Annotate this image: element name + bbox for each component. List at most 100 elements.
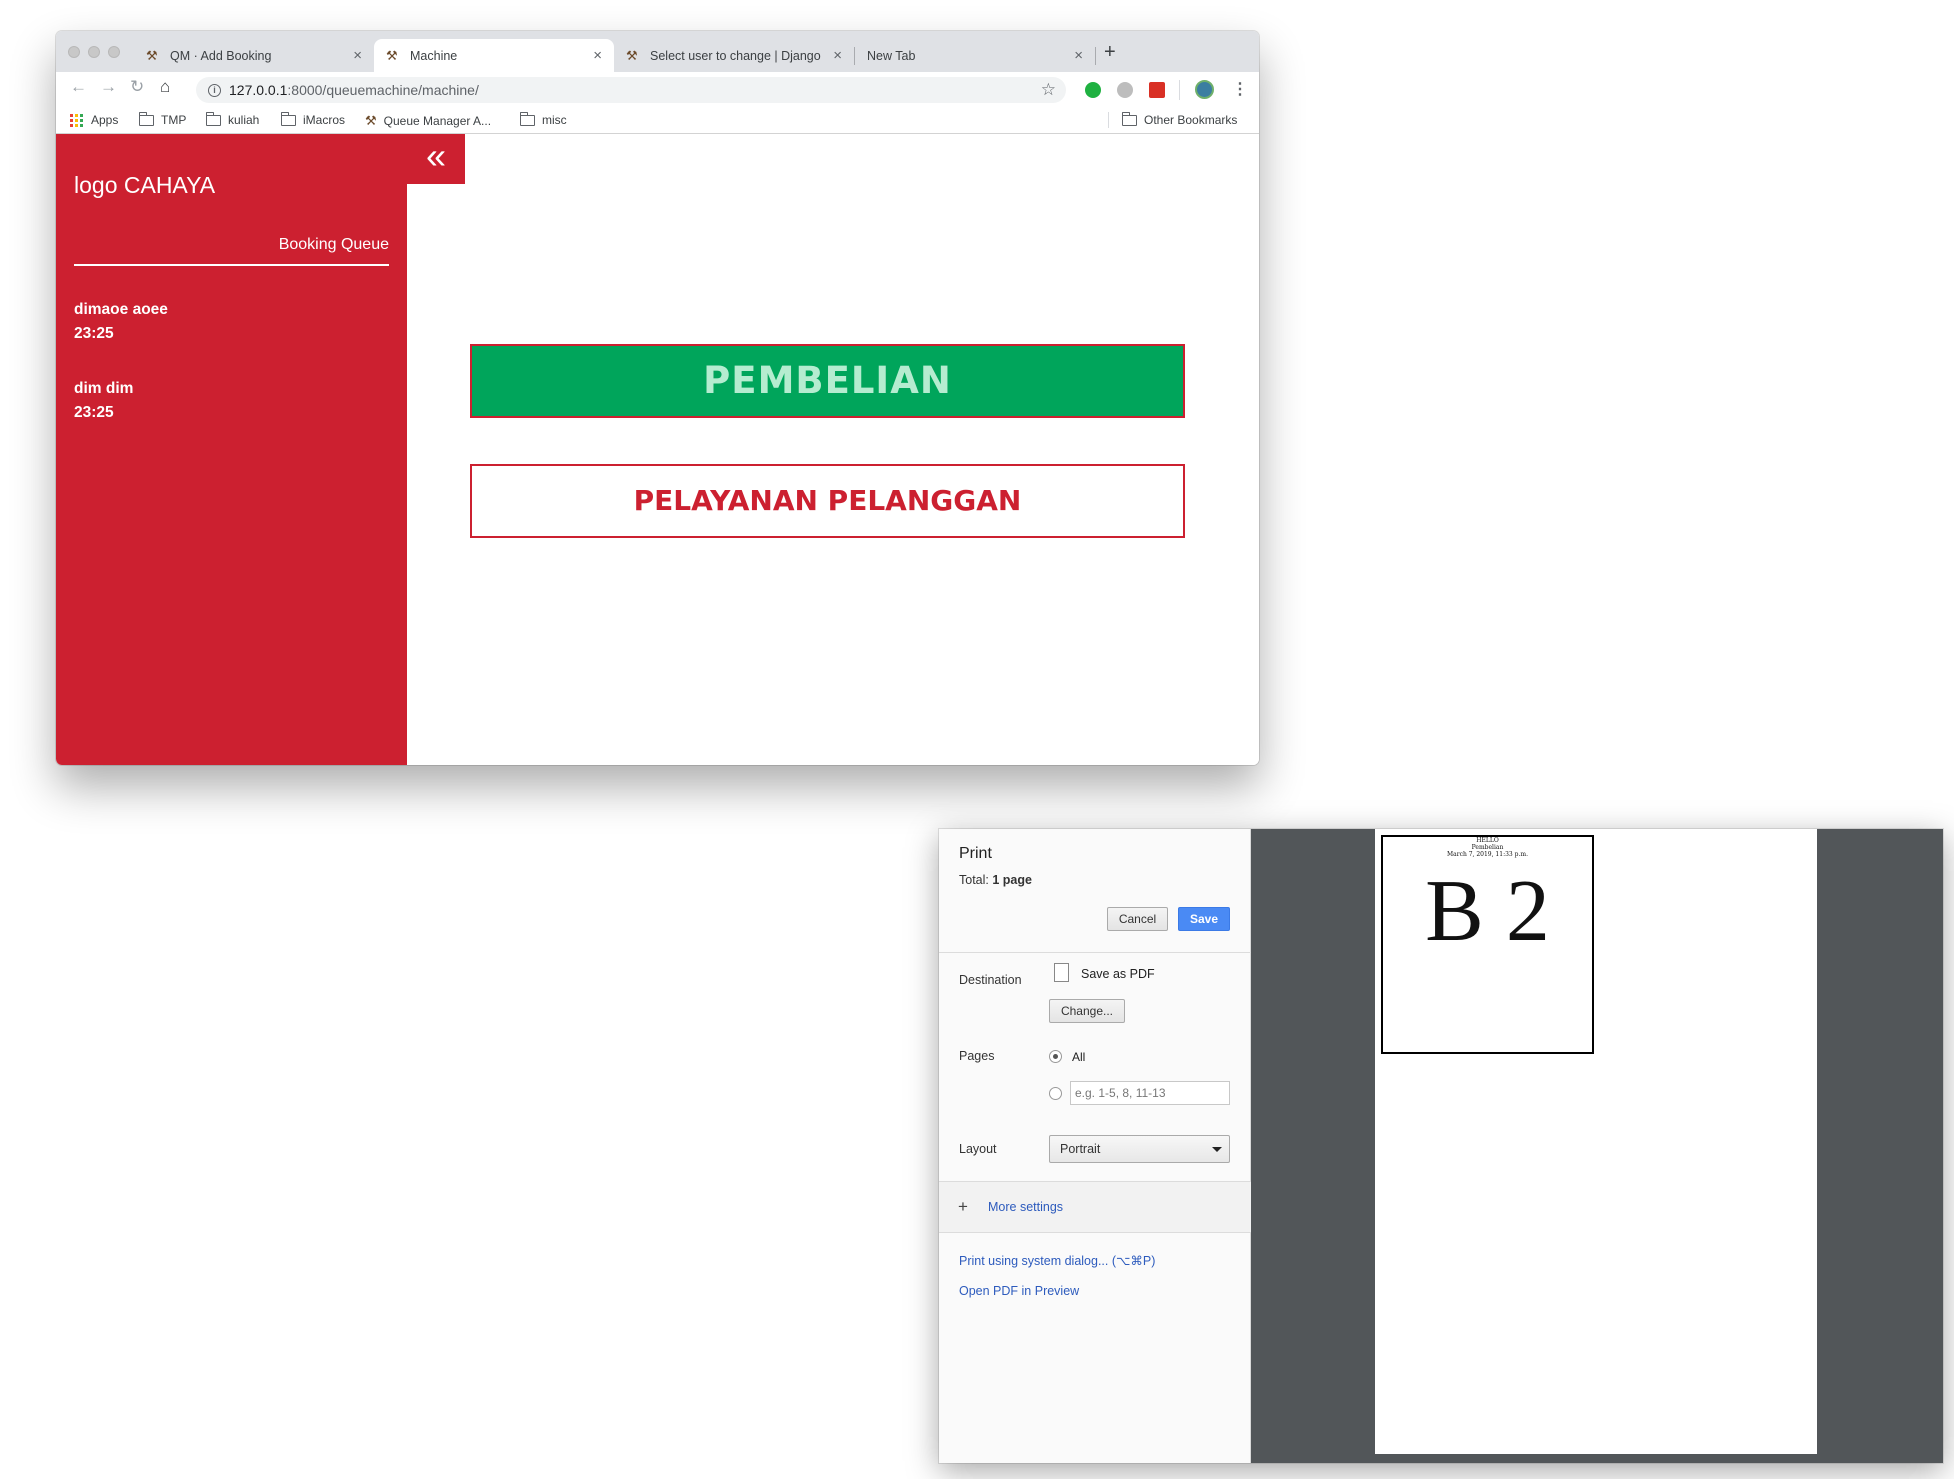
bookmark-other[interactable]: Other Bookmarks bbox=[1122, 111, 1238, 127]
folder-icon bbox=[281, 111, 296, 126]
total-value: 1 page bbox=[992, 873, 1032, 887]
django-tools-icon: ⚒ bbox=[146, 47, 158, 63]
address-bar[interactable]: i 127.0.0.1:8000/queuemachine/machine/ ☆ bbox=[196, 77, 1066, 103]
bookmarks-bar: Apps TMP kuliah iMacros ⚒ Queue Manager A… bbox=[56, 106, 1259, 134]
divider bbox=[939, 952, 1251, 953]
layout-select[interactable]: Portrait bbox=[1049, 1135, 1230, 1163]
layout-value: Portrait bbox=[1060, 1142, 1101, 1156]
folder-icon bbox=[1122, 111, 1137, 126]
browser-toolbar: ← → ↻ ⌂ i 127.0.0.1:8000/queuemachine/ma… bbox=[56, 72, 1259, 106]
back-icon[interactable]: ← bbox=[70, 77, 87, 97]
tab-qm-add-booking[interactable]: ⚒ QM · Add Booking × bbox=[134, 39, 374, 72]
layout-label: Layout bbox=[959, 1142, 997, 1156]
print-total: Total: 1 page bbox=[959, 873, 1032, 887]
bookmark-kuliah[interactable]: kuliah bbox=[206, 111, 260, 127]
tab-new-tab[interactable]: New Tab × bbox=[855, 39, 1095, 72]
pelayanan-pelanggan-button[interactable]: PELAYANAN PELANGGAN bbox=[470, 464, 1185, 538]
open-pdf-preview-link[interactable]: Open PDF in Preview bbox=[959, 1284, 1079, 1298]
django-tools-icon: ⚒ bbox=[626, 47, 638, 63]
print-title: Print bbox=[959, 845, 992, 862]
bookmark-label: kuliah bbox=[228, 113, 260, 127]
bookmark-label: misc bbox=[542, 113, 567, 127]
tab-title: New Tab bbox=[867, 48, 916, 63]
collapse-sidebar-button[interactable]: « bbox=[407, 134, 465, 184]
close-tab-icon[interactable]: × bbox=[353, 47, 362, 64]
apps-grid-icon bbox=[70, 113, 83, 127]
bookmark-label: Apps bbox=[91, 113, 119, 127]
queue-item: dim dim 23:25 bbox=[74, 377, 133, 425]
pages-label: Pages bbox=[959, 1049, 995, 1063]
document-icon bbox=[1054, 963, 1069, 982]
queue-item-name: dimaoe aoee bbox=[74, 301, 168, 318]
ticket-number: B 2 bbox=[1425, 863, 1550, 960]
ticket-preview: HELLO Pembelian March 7, 2019, 11:33 p.m… bbox=[1381, 835, 1594, 1054]
folder-icon bbox=[520, 111, 535, 126]
print-settings-panel: Print Total: 1 page Cancel Save Destinat… bbox=[939, 829, 1251, 1463]
pages-custom-radio[interactable] bbox=[1049, 1087, 1062, 1100]
queue-item: dimaoe aoee 23:25 bbox=[74, 298, 168, 346]
plus-icon: + bbox=[958, 1197, 968, 1216]
print-dialog: Print Total: 1 page Cancel Save Destinat… bbox=[939, 829, 1943, 1463]
chevron-down-icon bbox=[1212, 1147, 1222, 1152]
total-label: Total: bbox=[959, 873, 989, 887]
close-tab-icon[interactable]: × bbox=[833, 47, 842, 64]
bookmark-apps[interactable]: Apps bbox=[70, 113, 118, 127]
zoom-window-button[interactable] bbox=[108, 46, 120, 58]
new-tab-button[interactable]: + bbox=[1104, 41, 1116, 64]
close-window-button[interactable] bbox=[68, 46, 80, 58]
bookmark-misc[interactable]: misc bbox=[520, 111, 567, 127]
double-chevron-left-icon: « bbox=[425, 135, 447, 176]
close-tab-icon[interactable]: × bbox=[1074, 47, 1083, 64]
extension-cloud-icon[interactable] bbox=[1117, 82, 1133, 98]
close-tab-icon[interactable]: × bbox=[593, 47, 602, 64]
tab-title: QM · Add Booking bbox=[170, 48, 272, 63]
cancel-button[interactable]: Cancel bbox=[1107, 907, 1168, 931]
queue-item-time: 23:25 bbox=[74, 404, 114, 421]
django-tools-icon: ⚒ bbox=[386, 47, 398, 63]
url-path: :8000/queuemachine/machine/ bbox=[287, 82, 479, 98]
tab-select-user[interactable]: ⚒ Select user to change | Django × bbox=[614, 39, 854, 72]
preview-page: HELLO Pembelian March 7, 2019, 11:33 p.m… bbox=[1375, 829, 1817, 1454]
pages-all-radio[interactable] bbox=[1049, 1050, 1062, 1063]
home-icon[interactable]: ⌂ bbox=[160, 77, 170, 97]
pembelian-button[interactable]: PEMBELIAN bbox=[470, 344, 1185, 418]
extension-red-badge-icon[interactable] bbox=[1149, 82, 1165, 98]
browser-menu-icon[interactable]: ⋮ bbox=[1232, 79, 1248, 99]
tab-machine[interactable]: ⚒ Machine × bbox=[374, 39, 614, 72]
extension-green-icon[interactable] bbox=[1085, 82, 1101, 98]
save-button[interactable]: Save bbox=[1178, 907, 1230, 931]
folder-icon bbox=[139, 111, 154, 126]
queue-item-name: dim dim bbox=[74, 380, 134, 397]
bookmark-tmp[interactable]: TMP bbox=[139, 111, 187, 127]
forward-icon[interactable]: → bbox=[100, 77, 117, 97]
change-destination-button[interactable]: Change... bbox=[1049, 999, 1125, 1023]
bookmark-label: TMP bbox=[161, 113, 187, 127]
bookmark-label: Other Bookmarks bbox=[1144, 113, 1238, 127]
sidebar-divider bbox=[74, 264, 389, 266]
tab-title: Machine bbox=[410, 48, 458, 63]
bookmark-star-icon[interactable]: ☆ bbox=[1041, 80, 1056, 100]
booking-queue-title: Booking Queue bbox=[278, 236, 389, 253]
profile-avatar-icon[interactable] bbox=[1195, 80, 1214, 99]
bookmark-imacros[interactable]: iMacros bbox=[281, 111, 346, 127]
folder-icon bbox=[206, 111, 221, 126]
bookmark-label: Queue Manager A... bbox=[383, 114, 492, 128]
ticket-datetime: March 7, 2019, 11:33 p.m. bbox=[1447, 851, 1528, 858]
reload-icon[interactable]: ↻ bbox=[130, 77, 144, 97]
bookmarks-divider bbox=[1108, 112, 1109, 128]
sidebar: logo CAHAYA Booking Queue dimaoe aoee 23… bbox=[56, 134, 407, 765]
more-settings-row[interactable]: + More settings bbox=[939, 1181, 1251, 1233]
tab-separator bbox=[1095, 47, 1096, 65]
more-settings-link[interactable]: More settings bbox=[988, 1200, 1063, 1214]
minimize-window-button[interactable] bbox=[88, 46, 100, 58]
bookmark-label: iMacros bbox=[303, 113, 346, 127]
browser-window: ⚒ QM · Add Booking × ⚒ Machine × ⚒ Selec… bbox=[56, 31, 1259, 765]
page-content: logo CAHAYA Booking Queue dimaoe aoee 23… bbox=[56, 134, 1259, 765]
bookmark-queue-manager[interactable]: ⚒ Queue Manager A... bbox=[365, 113, 491, 129]
url-host: 127.0.0.1 bbox=[229, 82, 288, 98]
queue-item-time: 23:25 bbox=[74, 325, 114, 342]
pages-range-input[interactable]: e.g. 1-5, 8, 11-13 bbox=[1070, 1081, 1230, 1105]
system-dialog-link[interactable]: Print using system dialog... (⌥⌘P) bbox=[959, 1253, 1155, 1268]
site-info-icon[interactable]: i bbox=[208, 83, 221, 97]
ticket-service: Pembelian bbox=[1471, 844, 1504, 851]
